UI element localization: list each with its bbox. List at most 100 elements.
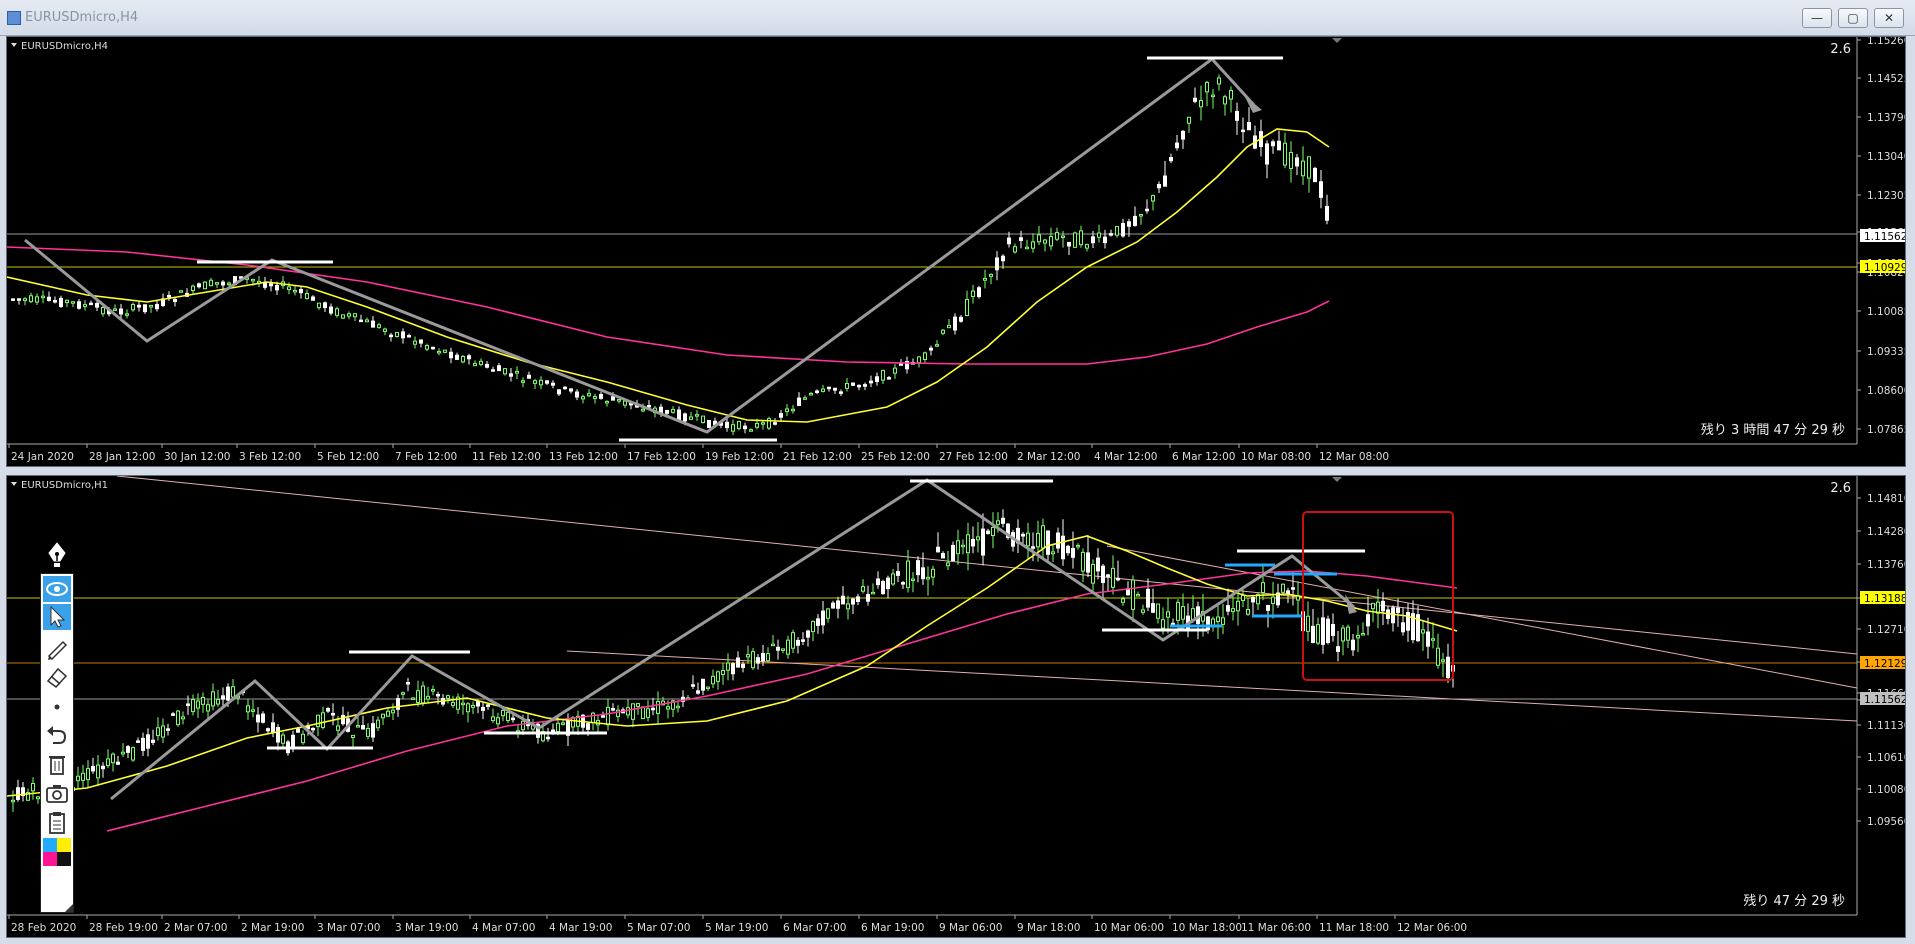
time-axis-label: 11 Mar 18:00 <box>1319 922 1389 934</box>
candle-body <box>749 429 753 432</box>
minimize-button[interactable]: — <box>1802 8 1832 28</box>
candle-body <box>1101 565 1105 584</box>
candle-body <box>1316 624 1320 644</box>
candle-body <box>839 391 843 394</box>
fountain-pen-icon[interactable] <box>44 541 70 571</box>
candle-body <box>995 257 999 271</box>
dot-icon[interactable] <box>43 694 71 720</box>
pencil-icon[interactable] <box>43 636 71 662</box>
close-button[interactable]: ✕ <box>1874 8 1904 28</box>
candle-body <box>1013 246 1017 253</box>
candle-body <box>605 400 609 404</box>
candle-body <box>326 708 330 712</box>
candle-body <box>137 304 141 308</box>
candle-body <box>785 408 789 413</box>
candle-body <box>1091 236 1095 244</box>
chart-h4-panel[interactable]: EURUSDmicro,H4 2.6 1.15260 1.14525 1.13790 1.… <box>6 36 1906 467</box>
candle-body <box>546 736 550 740</box>
time-axis-label: 6 Mar 19:00 <box>861 922 924 934</box>
candle-body <box>461 355 465 363</box>
trash-icon[interactable] <box>43 751 71 777</box>
time-axis-label: 7 Feb 12:00 <box>395 451 457 463</box>
price-axis-label: 1.11130 <box>1867 720 1906 732</box>
candle-body <box>143 304 147 313</box>
price-axis-label: 1.14525 <box>1867 73 1906 85</box>
cursor-icon[interactable] <box>43 604 71 630</box>
candle-body <box>557 389 561 395</box>
candle-body <box>376 719 380 729</box>
clipboard-icon[interactable] <box>43 809 71 835</box>
candle-body <box>981 528 985 556</box>
candle-body <box>869 380 873 384</box>
maximize-button[interactable]: ▢ <box>1838 8 1868 28</box>
candle-body <box>1236 600 1240 612</box>
candle-body <box>287 286 291 291</box>
time-axis-label: 10 Mar 08:00 <box>1241 451 1311 463</box>
price-axis-label: 1.09560 <box>1867 816 1906 828</box>
candle-body <box>1176 601 1180 621</box>
chart-h1-canvas[interactable]: EURUSDmicro,H1 2.6 1.14810 1.14280 1.13760 1.… <box>7 476 1906 938</box>
candle-body <box>689 416 693 420</box>
candle-body <box>833 387 837 391</box>
candle-body <box>886 577 890 590</box>
eye-icon[interactable] <box>43 576 71 602</box>
undo-icon[interactable] <box>43 722 71 748</box>
candle-body <box>211 691 215 707</box>
candle-body <box>271 722 275 734</box>
panel-separator[interactable] <box>0 467 1915 475</box>
time-axis-label: 19 Feb 12:00 <box>705 451 774 463</box>
candle-body <box>1321 617 1325 645</box>
candle-body <box>481 706 485 711</box>
candle-body <box>695 414 699 417</box>
candle-body <box>1151 603 1155 613</box>
candle-body <box>81 772 85 781</box>
candle-body <box>116 761 120 765</box>
candle-body <box>156 727 160 736</box>
candle-body <box>496 717 500 725</box>
candle-body <box>431 689 435 692</box>
candle-body <box>1031 546 1035 549</box>
candle-body <box>1051 551 1055 555</box>
candle-body <box>401 692 405 695</box>
candle-body <box>776 646 780 651</box>
candle-body <box>561 722 565 725</box>
chart-h4-canvas[interactable]: EURUSDmicro,H4 2.6 1.15260 1.14525 1.13790 1.… <box>7 37 1906 467</box>
candle-body <box>665 409 669 414</box>
resize-grip-icon[interactable] <box>65 904 73 912</box>
candle-body <box>406 682 410 685</box>
price-axis-label: 1.15260 <box>1867 37 1906 47</box>
candle-body <box>53 300 57 303</box>
candle-body <box>809 393 813 396</box>
candle-body <box>23 298 27 302</box>
candle-body <box>59 297 63 308</box>
time-axis-label: 3 Feb 12:00 <box>239 451 301 463</box>
candle-body <box>841 595 845 605</box>
time-axis-label: 28 Jan 12:00 <box>89 451 155 463</box>
price-axis-label: 1.10085 <box>1867 306 1906 318</box>
candle-body <box>857 384 861 388</box>
candle-body <box>1103 236 1107 244</box>
candle-body <box>1166 611 1170 618</box>
eraser-icon[interactable] <box>43 664 71 690</box>
candle-body <box>683 413 687 422</box>
time-axis-label: 6 Mar 07:00 <box>783 922 846 934</box>
trend-arrow-icon <box>1345 594 1357 614</box>
candle-body <box>1157 183 1161 189</box>
palette-icon[interactable] <box>43 838 71 866</box>
candle-body <box>651 707 655 711</box>
candle-body <box>1391 607 1395 624</box>
candle-body <box>316 714 320 728</box>
candle-body <box>706 686 710 690</box>
candle-body <box>291 734 295 749</box>
candle-body <box>876 578 880 586</box>
camera-icon[interactable] <box>43 780 71 806</box>
candle-body <box>215 282 219 285</box>
chart-h1-panel[interactable]: EURUSDmicro,H1 2.6 1.14810 1.14280 1.13760 1.… <box>6 475 1906 938</box>
candle-body <box>443 349 447 353</box>
candle-body <box>401 331 405 339</box>
candle-body <box>305 293 309 300</box>
candle-body <box>131 303 135 311</box>
candle-body <box>201 696 205 705</box>
candle-body <box>231 686 235 698</box>
candle-body <box>941 553 945 559</box>
